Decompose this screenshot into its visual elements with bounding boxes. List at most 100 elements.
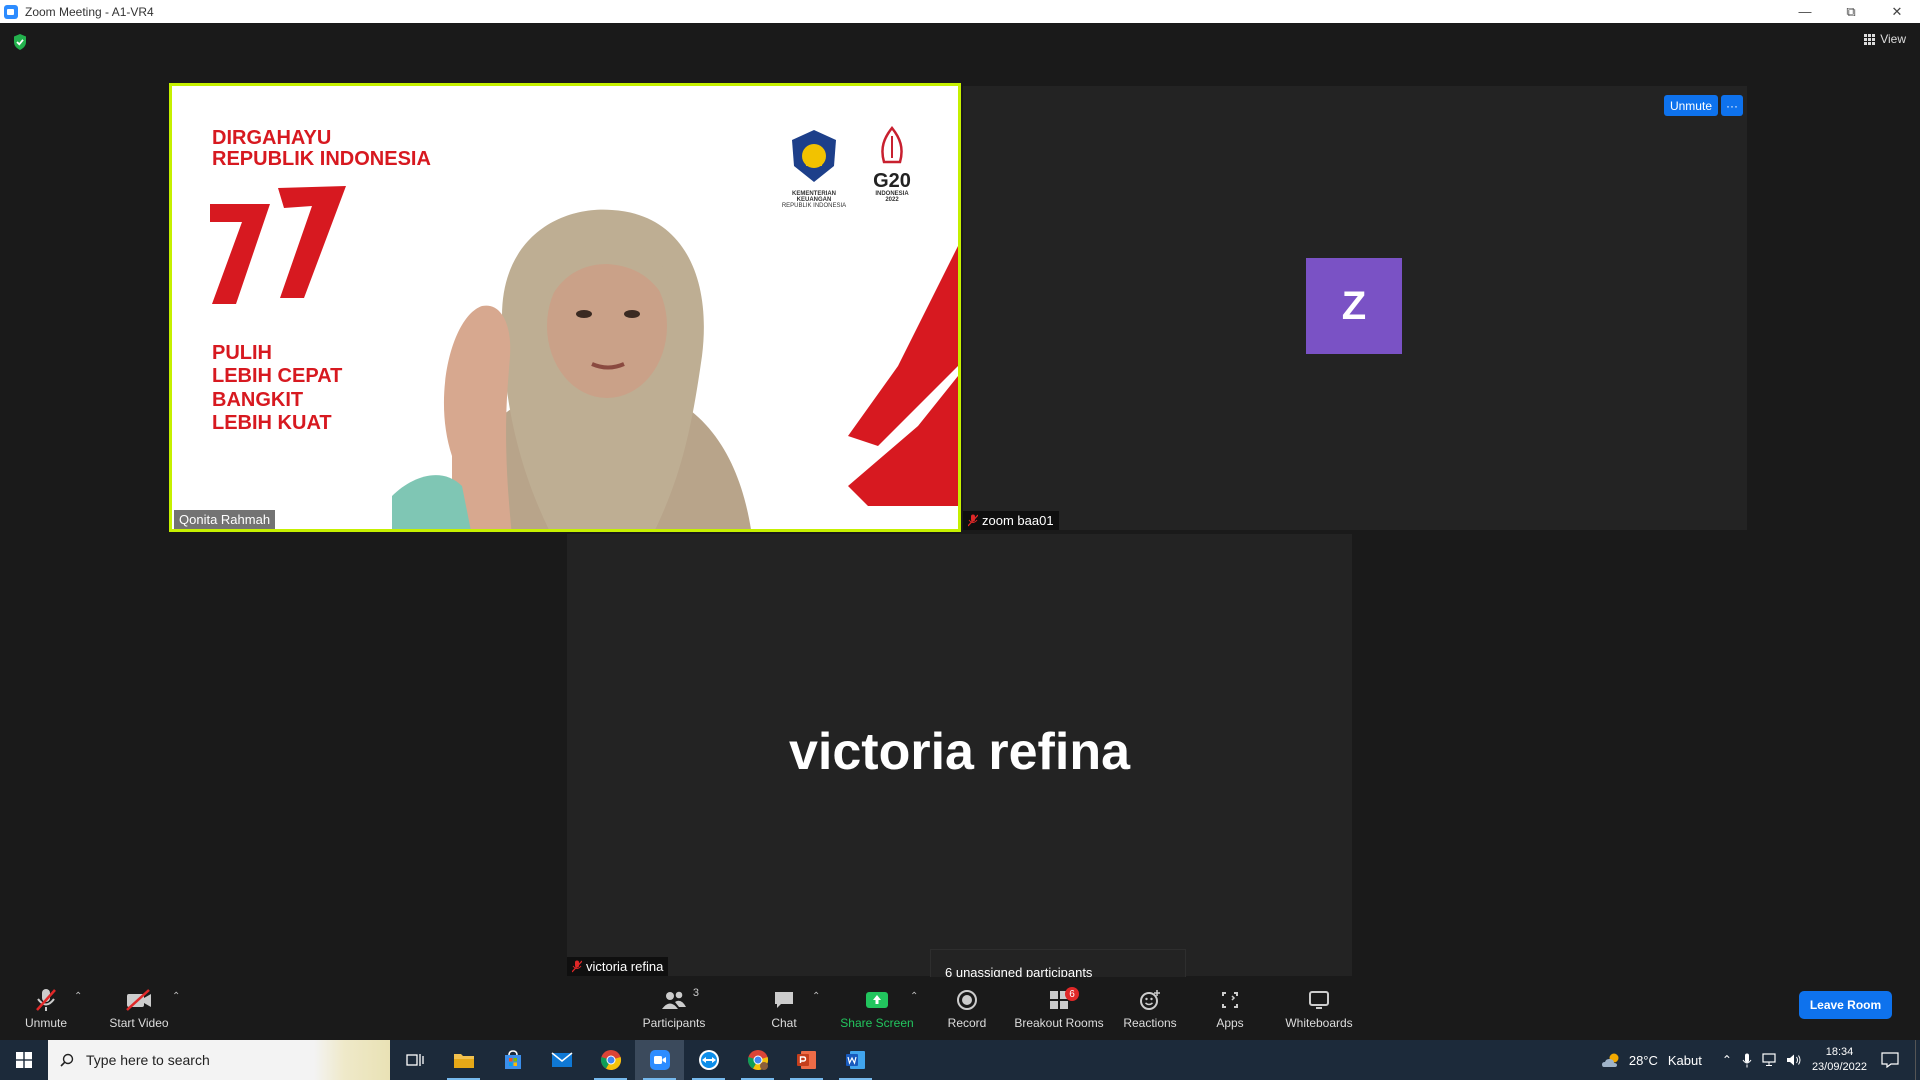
slogan-line: LEBIH KUAT [212, 412, 332, 435]
record-label: Record [947, 1016, 987, 1030]
taskbar-zoom[interactable] [635, 1040, 684, 1080]
meeting-area: View DIRGAHAYU REPUBLIK INDONESIA 77 PUL… [0, 23, 1920, 1001]
start-button[interactable] [0, 1040, 48, 1080]
g20-caption-2: 2022 [885, 197, 899, 203]
zoom-app-icon [4, 4, 18, 19]
powerpoint-icon [796, 1051, 816, 1069]
participant-name-tag: victoria refina [567, 957, 669, 976]
window-titlebar: Zoom Meeting - A1-VR4 — ⧉ ✕ [0, 0, 1920, 23]
breakout-rooms-button[interactable]: 6 Breakout Rooms [1014, 977, 1104, 1040]
network-icon[interactable] [1762, 1053, 1778, 1067]
participant-display-name: victoria refina [788, 723, 1131, 781]
volume-icon[interactable] [1786, 1053, 1802, 1067]
participant-name: victoria refina [586, 959, 664, 974]
slogan-line: BANGKIT [212, 388, 304, 411]
participant-video-person [392, 209, 751, 529]
clock-time: 18:34 [1825, 1046, 1854, 1058]
g20-gunungan-icon [881, 125, 903, 164]
chrome-icon [600, 1050, 621, 1070]
weather-temperature[interactable]: 28°C [1629, 1053, 1658, 1068]
task-view-icon [405, 1054, 424, 1066]
breakout-badge: 6 [1065, 987, 1079, 1001]
task-view-button[interactable] [390, 1040, 439, 1080]
chat-options-caret-icon[interactable]: ⌃ [812, 991, 820, 1002]
participants-label: Participants [642, 1016, 706, 1030]
share-screen-label: Share Screen [840, 1016, 914, 1030]
chat-button[interactable]: Chat [768, 977, 800, 1040]
teamviewer-icon [698, 1050, 719, 1070]
unmute-button[interactable]: Unmute [18, 977, 74, 1040]
greeting-line-2: REPUBLIK INDONESIA [212, 148, 431, 170]
participants-icon: 3 [661, 987, 699, 1013]
whiteboards-label: Whiteboards [1285, 1016, 1353, 1030]
taskbar-chrome-profile[interactable] [733, 1040, 782, 1080]
start-video-label: Start Video [109, 1016, 169, 1030]
g20-text: G20 [873, 170, 911, 192]
restore-button[interactable]: ⧉ [1828, 0, 1874, 23]
share-screen-button[interactable]: Share Screen [840, 977, 914, 1040]
taskbar-word[interactable] [831, 1040, 880, 1080]
security-shield-icon[interactable] [12, 33, 28, 51]
taskbar-chrome[interactable] [586, 1040, 635, 1080]
taskbar-clock[interactable]: 18:34 23/09/2022 [1812, 1045, 1867, 1075]
muted-mic-icon [35, 987, 57, 1013]
record-button[interactable]: Record [944, 977, 990, 1040]
g20-logo: G20 INDONESIA 2022 [866, 125, 918, 203]
windows-taskbar: Type here to search 28°C Kabut ⌃ 18:34 2… [0, 1040, 1920, 1080]
minimize-button[interactable]: — [1782, 0, 1828, 23]
leave-room-button[interactable]: Leave Room [1799, 991, 1892, 1019]
weather-description[interactable]: Kabut [1668, 1053, 1702, 1068]
show-hidden-icons-chevron-icon[interactable]: ⌃ [1722, 1053, 1732, 1067]
action-center-notification-icon[interactable] [1881, 1052, 1899, 1068]
tile-controls: Unmute ··· [1663, 95, 1743, 116]
video-tile-qonita-rahmah[interactable]: DIRGAHAYU REPUBLIK INDONESIA 77 PULIH LE… [169, 83, 961, 532]
unmute-label: Unmute [24, 1016, 68, 1030]
share-options-caret-icon[interactable]: ⌃ [910, 991, 918, 1002]
reactions-label: Reactions [1123, 1016, 1177, 1030]
video-tile-zoom-baa01[interactable]: Unmute ··· Z zoom baa01 [963, 86, 1747, 530]
muted-mic-icon [968, 514, 978, 527]
microphone-in-use-icon[interactable] [1742, 1053, 1752, 1068]
video-off-icon [125, 987, 153, 1013]
search-icon [60, 1053, 74, 1067]
participant-name-tag: Qonita Rahmah [174, 510, 276, 529]
start-video-button[interactable]: Start Video [104, 977, 174, 1040]
slogan-line: PULIH [212, 342, 272, 364]
whiteboard-icon [1308, 987, 1330, 1013]
whiteboards-button[interactable]: Whiteboards [1284, 977, 1354, 1040]
kemenkeu-emblem-icon [792, 130, 836, 182]
greeting-line-1: DIRGAHAYU [212, 127, 332, 149]
taskbar-store[interactable] [488, 1040, 537, 1080]
search-highlight-art [314, 1040, 390, 1080]
search-placeholder: Type here to search [86, 1052, 210, 1068]
apps-button[interactable]: Apps [1214, 977, 1246, 1040]
taskbar-file-explorer[interactable] [439, 1040, 488, 1080]
participants-count: 3 [692, 987, 699, 999]
close-button[interactable]: ✕ [1874, 0, 1920, 23]
taskbar-powerpoint[interactable] [782, 1040, 831, 1080]
breakout-rooms-label: Breakout Rooms [1014, 1016, 1104, 1030]
logo-77-art [210, 186, 346, 304]
participants-button[interactable]: 3 Participants [640, 977, 708, 1040]
store-icon [504, 1050, 521, 1069]
taskbar-search-box[interactable]: Type here to search [48, 1040, 390, 1080]
reactions-button[interactable]: Reactions [1122, 977, 1178, 1040]
taskbar-teamviewer[interactable] [684, 1040, 733, 1080]
video-tile-victoria-refina[interactable]: victoria refina victoria refina [567, 534, 1352, 976]
audio-options-caret-icon[interactable]: ⌃ [74, 991, 82, 1002]
view-label: View [1880, 32, 1906, 46]
weather-cloud-sun-icon[interactable] [1601, 1051, 1623, 1069]
taskbar-mail[interactable] [537, 1040, 586, 1080]
show-desktop-strip[interactable] [1915, 1040, 1920, 1080]
file-explorer-icon [453, 1054, 474, 1068]
word-icon [845, 1051, 865, 1069]
video-options-caret-icon[interactable]: ⌃ [172, 991, 180, 1002]
view-button[interactable]: View [1864, 32, 1906, 46]
more-options-button[interactable]: ··· [1721, 95, 1743, 116]
slogan-line: LEBIH CEPAT [212, 365, 343, 388]
muted-mic-icon [572, 960, 582, 973]
grid-view-icon [1864, 33, 1876, 45]
ask-unmute-button[interactable]: Unmute [1663, 95, 1718, 116]
apps-icon [1220, 987, 1240, 1013]
chrome-icon [747, 1050, 768, 1070]
